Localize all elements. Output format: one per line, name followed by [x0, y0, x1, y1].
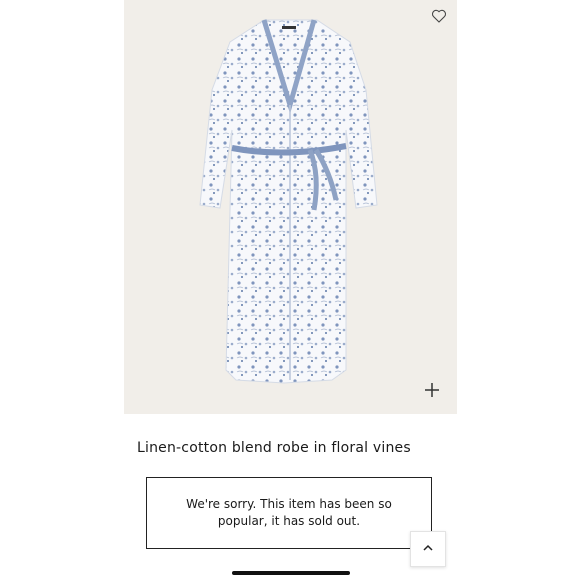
home-indicator[interactable]	[232, 571, 350, 575]
sold-out-message: We're sorry. This item has been so popul…	[186, 497, 392, 528]
product-title: Linen-cotton blend robe in floral vines	[137, 440, 411, 456]
plus-icon[interactable]	[424, 382, 440, 398]
chevron-up-icon	[421, 540, 435, 559]
heart-icon[interactable]	[431, 8, 447, 24]
robe-illustration	[199, 19, 378, 384]
sold-out-notice: We're sorry. This item has been so popul…	[146, 477, 432, 549]
scroll-to-top-button[interactable]	[410, 531, 446, 567]
product-image[interactable]	[124, 0, 457, 414]
